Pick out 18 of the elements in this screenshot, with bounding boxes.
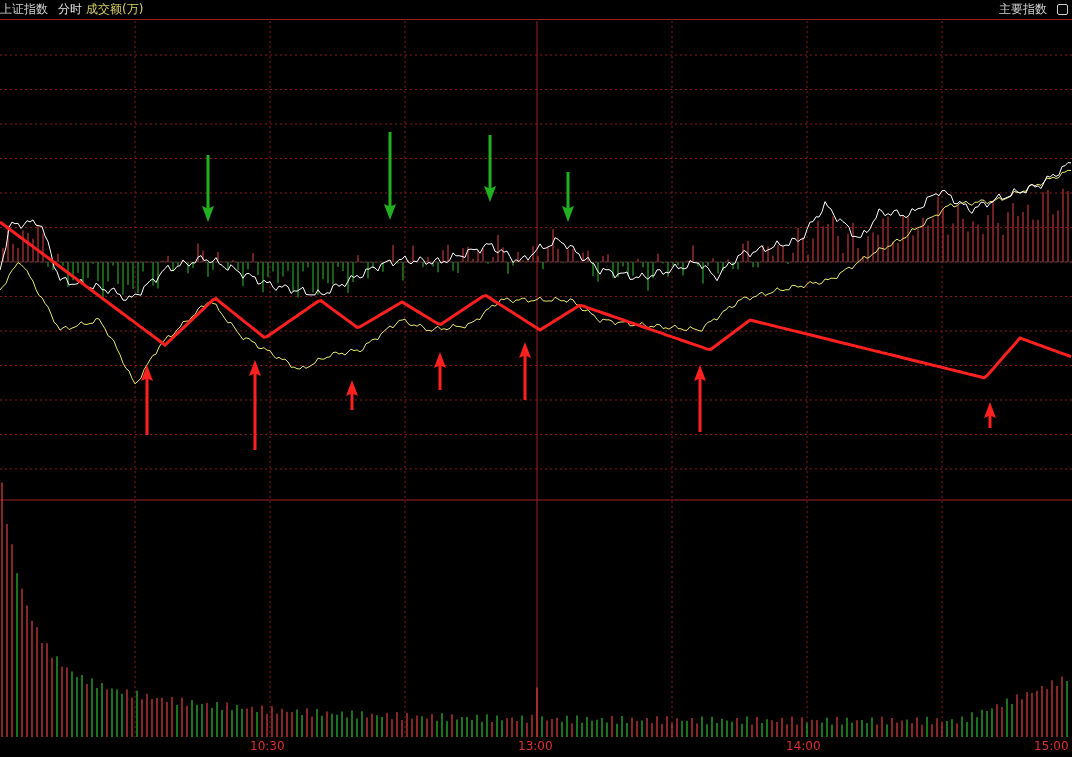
time-label: 13:00: [518, 739, 553, 753]
up-arrow: [519, 342, 531, 400]
down-arrow: [484, 135, 496, 202]
checkbox-icon[interactable]: [1057, 4, 1068, 15]
up-arrow: [346, 380, 358, 410]
up-arrow: [984, 402, 996, 428]
down-arrow: [202, 155, 214, 222]
time-label: 14:00: [786, 739, 821, 753]
index-name: 上证指数: [0, 1, 48, 18]
up-arrow: [141, 365, 153, 435]
time-label: 10:30: [250, 739, 285, 753]
up-arrow: [694, 365, 706, 432]
down-arrow: [562, 172, 574, 222]
time-label: 15:00: [1034, 739, 1069, 753]
main-index-link[interactable]: 主要指数: [999, 1, 1047, 18]
up-arrow: [434, 352, 446, 390]
indicator-label: 成交额(万): [86, 1, 144, 18]
chart-mode-label: 分时: [58, 1, 82, 18]
